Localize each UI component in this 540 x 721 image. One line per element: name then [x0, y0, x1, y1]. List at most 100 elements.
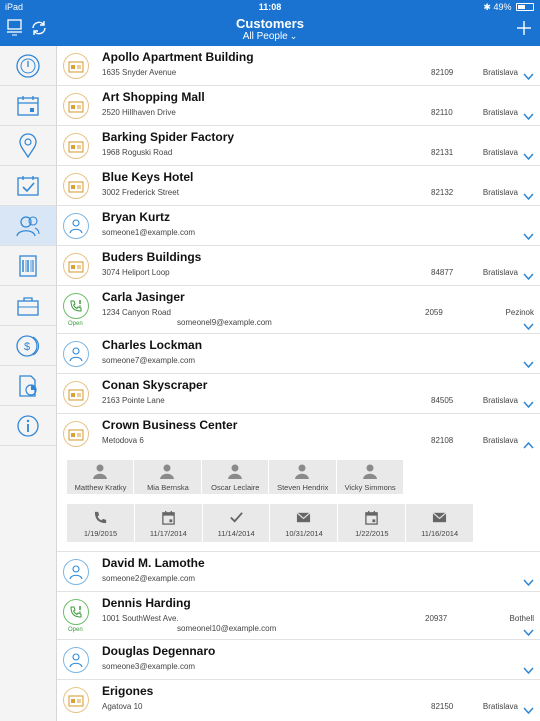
expand-button[interactable]: [523, 356, 534, 369]
customer-address: Metodova 6: [102, 436, 144, 445]
customer-name: Bryan Kurtz: [102, 210, 171, 224]
contact-tile[interactable]: Oscar Leclaire: [201, 460, 269, 494]
list-item[interactable]: Art Shopping Mall 2520 Hillhaven Drive 8…: [57, 86, 540, 126]
sidebar-item-customers[interactable]: [0, 206, 56, 246]
sidebar-item-payments[interactable]: $: [0, 326, 56, 366]
customer-name: Dennis Harding: [102, 596, 191, 610]
expand-button[interactable]: [523, 702, 534, 715]
list-item[interactable]: Open Dennis Harding 1001 SouthWest Ave. …: [57, 592, 540, 640]
bluetooth-icon: ✱: [483, 2, 491, 12]
chevron-down-icon: [523, 323, 534, 331]
company-card-icon: [68, 101, 84, 113]
company-avatar: [63, 53, 89, 79]
activity-tile[interactable]: 11/16/2014: [406, 504, 473, 542]
sidebar-item-tasks[interactable]: [0, 166, 56, 206]
person-icon: [69, 653, 83, 668]
list-item[interactable]: Charles Lockman someone7@example.com: [57, 334, 540, 374]
person-icon: [362, 464, 377, 479]
chevron-down-icon: [523, 73, 534, 81]
list-item[interactable]: Conan Skyscraper 2163 Pointe Lane 84505 …: [57, 374, 540, 414]
customer-name: Buders Buildings: [102, 250, 202, 264]
list-item[interactable]: Douglas Degennaro someone3@example.com: [57, 640, 540, 680]
customer-address: 1234 Canyon Road: [102, 308, 171, 317]
people-filter[interactable]: All People ⌄: [0, 31, 540, 42]
sidebar-item-time[interactable]: [0, 46, 56, 86]
expand-button[interactable]: [523, 662, 534, 675]
call-avatar: [63, 599, 89, 625]
chevron-down-icon: [523, 153, 534, 161]
list-item[interactable]: Bryan Kurtz someone1@example.com: [57, 206, 540, 246]
expand-button[interactable]: [523, 188, 534, 201]
expand-button[interactable]: [523, 68, 534, 81]
activity-tile[interactable]: 10/31/2014: [270, 504, 338, 542]
company-avatar: [63, 253, 89, 279]
sidebar-item-about[interactable]: [0, 406, 56, 446]
phone-icon: [94, 511, 107, 524]
contacts-strip: Matthew Kratky Mia Bernska Oscar Leclair…: [67, 460, 404, 494]
sidebar-item-reports[interactable]: [0, 366, 56, 406]
list-item-expanded[interactable]: Crown Business Center Metodova 6 82108 B…: [57, 414, 540, 552]
activities-strip: 1/19/2015 11/17/2014 11/14/2014 10/31/20…: [67, 504, 474, 542]
customer-zip: 82110: [431, 108, 453, 117]
list-item[interactable]: Erigones Agatova 10 82150 Bratislava: [57, 680, 540, 721]
expand-button[interactable]: [523, 108, 534, 121]
info-icon: [17, 414, 39, 437]
list-item[interactable]: Apollo Apartment Building 1635 Snyder Av…: [57, 46, 540, 86]
sidebar-item-jobs[interactable]: [0, 286, 56, 326]
collapse-button[interactable]: [523, 436, 534, 449]
list-item[interactable]: Barking Spider Factory 1968 Roguski Road…: [57, 126, 540, 166]
list-item[interactable]: Buders Buildings 3074 Heliport Loop 8487…: [57, 246, 540, 286]
customer-city: Bratislava: [482, 702, 518, 711]
task-check-icon: [17, 175, 39, 196]
list-item[interactable]: David M. Lamothe someone2@example.com: [57, 552, 540, 592]
list-item[interactable]: Open Carla Jasinger 1234 Canyon Road som…: [57, 286, 540, 334]
plus-icon: [517, 21, 531, 35]
chevron-down-icon: [523, 667, 534, 675]
contact-tile[interactable]: Mia Bernska: [134, 460, 201, 494]
expand-button[interactable]: [523, 318, 534, 331]
company-avatar: [63, 173, 89, 199]
sidebar-item-calendar[interactable]: [0, 86, 56, 126]
customer-email: someone7@example.com: [102, 356, 196, 365]
expand-button[interactable]: [523, 268, 534, 281]
sidebar-item-map[interactable]: [0, 126, 56, 166]
activity-tile[interactable]: 11/17/2014: [134, 504, 202, 542]
chevron-down-icon: [523, 361, 534, 369]
money-icon: $: [16, 334, 40, 357]
customer-city: Bratislava: [482, 108, 518, 117]
contact-tile[interactable]: Steven Hendrix: [269, 460, 336, 494]
chevron-down-icon: [523, 579, 534, 587]
person-avatar: [63, 647, 89, 673]
expand-button[interactable]: [523, 574, 534, 587]
expand-button[interactable]: [523, 396, 534, 409]
activity-tile[interactable]: 1/19/2015: [67, 504, 134, 542]
chevron-down-icon: [523, 401, 534, 409]
customer-city: Bratislava: [482, 436, 518, 445]
filter-label: All People: [242, 31, 288, 42]
customer-name: Apollo Apartment Building: [102, 50, 254, 64]
customer-email: someone2@example.com: [102, 574, 196, 583]
sidebar-item-products[interactable]: [0, 246, 56, 286]
customer-zip: 20937: [425, 614, 448, 623]
contact-tile[interactable]: Matthew Kratky: [67, 460, 134, 494]
contact-tile[interactable]: Vicky Simmons: [336, 460, 404, 494]
customer-city: Bratislava: [482, 268, 518, 277]
list-item[interactable]: Blue Keys Hotel 3002 Frederick Street 82…: [57, 166, 540, 206]
customer-zip: 2059: [425, 308, 443, 317]
expand-button[interactable]: [523, 624, 534, 637]
activity-date: 11/17/2014: [149, 529, 187, 538]
add-button[interactable]: [513, 17, 535, 39]
expand-button[interactable]: [523, 148, 534, 161]
svg-text:$: $: [24, 341, 30, 353]
customer-email: someone1@example.com: [102, 228, 196, 237]
customer-city: Bratislava: [482, 188, 518, 197]
customer-address: Agatova 10: [102, 702, 143, 711]
chevron-up-icon: [523, 441, 534, 449]
expand-button[interactable]: [523, 228, 534, 241]
activity-tile[interactable]: 1/22/2015: [338, 504, 406, 542]
activity-date: 1/22/2015: [355, 529, 389, 538]
person-avatar: [63, 341, 89, 367]
customer-email: someonel9@example.com: [177, 318, 272, 327]
customer-address: 1635 Snyder Avenue: [102, 68, 177, 77]
activity-tile[interactable]: 11/14/2014: [202, 504, 270, 542]
